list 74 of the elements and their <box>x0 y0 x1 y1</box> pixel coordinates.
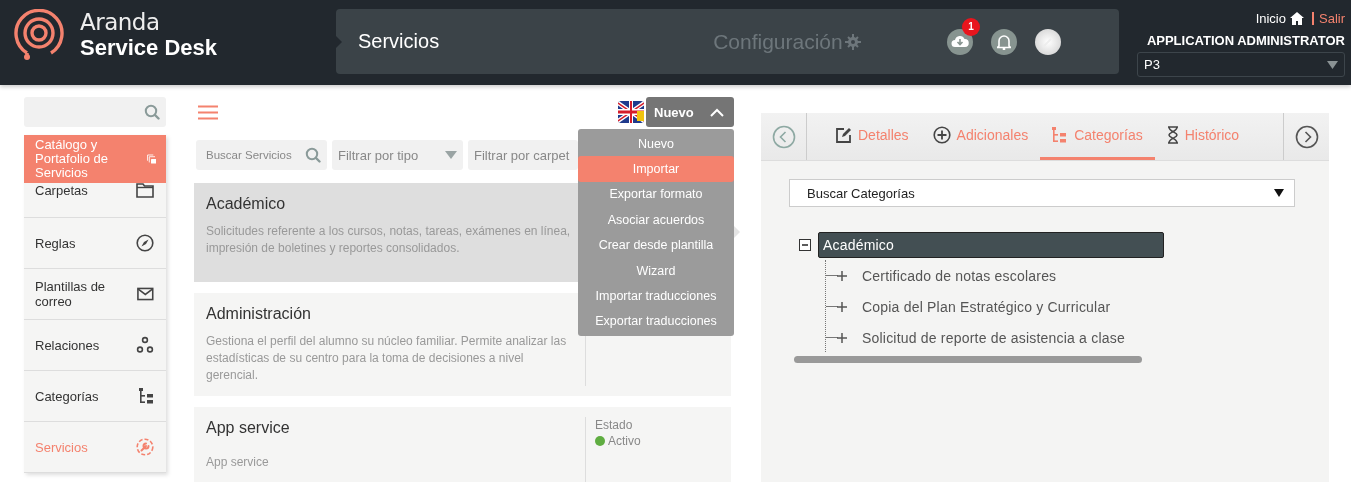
flag-icon[interactable] <box>618 99 644 125</box>
brand-name: Aranda <box>80 11 161 34</box>
tab[interactable]: Detalles <box>823 113 921 160</box>
sidebar-item[interactable]: Categorías <box>24 371 166 422</box>
expand-icon[interactable] <box>836 300 850 313</box>
search-icon <box>144 104 160 120</box>
user-role: APPLICATION ADMINISTRATOR <box>1146 33 1345 48</box>
sidebar-item[interactable]: Plantillas de correo <box>24 269 166 320</box>
nodes-icon <box>136 336 154 354</box>
bell-icon <box>997 33 1011 50</box>
tree-node[interactable]: Solicitud de reporte de asistencia a clase <box>858 325 1129 350</box>
folder-filter[interactable]: Filtrar por carpet <box>468 140 578 170</box>
service-description: App service <box>206 454 270 471</box>
service-description: Gestiona el perfil del alumno su núcleo familiar. Permite analizar las estadísticas de su centro para la toma de decisiones a nivel gerencial. <box>206 333 568 384</box>
expand-icon[interactable] <box>836 269 850 282</box>
new-button[interactable]: Nuevo <box>646 97 734 127</box>
copy-icon <box>146 151 156 167</box>
scrollbar[interactable] <box>794 356 1142 363</box>
sidebar-item[interactable]: Servicios <box>24 422 166 473</box>
envelope-icon <box>137 287 154 301</box>
dropdown-arrow-icon <box>445 151 457 159</box>
service-description: Solicitudes referente a los cursos, notas, tareas, exámenes en línea, impresión de boletines y reportes consolidados. <box>206 223 572 257</box>
service-card[interactable]: App service App service <box>194 407 585 482</box>
sidebar-item[interactable]: Carpetas <box>24 183 166 218</box>
dropdown-arrow-icon <box>1274 189 1284 197</box>
product-name: Service Desk <box>80 37 217 59</box>
folder-icon <box>136 183 154 198</box>
sidebar-section[interactable]: Catálogo y Portafolio de Servicios <box>24 135 166 183</box>
category-search-select[interactable]: Buscar Categorías <box>789 179 1295 207</box>
section-title: Servicios <box>358 30 441 53</box>
tree-node[interactable]: Académico <box>817 231 1164 258</box>
hierarchy-icon <box>138 387 154 405</box>
cloud-download-icon <box>951 35 969 48</box>
tab[interactable]: Histórico <box>1154 113 1252 160</box>
logo-icon <box>14 9 64 61</box>
notifications-button[interactable] <box>991 28 1017 55</box>
home-link[interactable]: Inicio <box>1255 11 1286 26</box>
menu-item[interactable]: Nuevo <box>578 131 734 157</box>
edit-icon <box>835 126 852 144</box>
hourglass-icon <box>1166 126 1179 144</box>
service-title: Administración <box>206 305 312 323</box>
wrench-icon <box>136 438 154 456</box>
wand-button[interactable] <box>1035 28 1061 55</box>
service-title: Académico <box>206 195 287 213</box>
logout-link[interactable]: Salir <box>1312 12 1345 25</box>
project-select[interactable]: P3 <box>1137 52 1345 77</box>
compass-icon <box>136 234 154 252</box>
expand-icon[interactable] <box>836 331 850 344</box>
sidebar-item[interactable]: Reglas <box>24 218 166 269</box>
type-filter[interactable]: Filtrar por tipo <box>332 140 463 170</box>
menu-item[interactable]: Importar <box>578 156 734 182</box>
search-field[interactable]: Buscar Servicios <box>196 140 327 170</box>
notification-badge: 1 <box>962 17 980 36</box>
collapse-icon[interactable] <box>799 238 813 251</box>
hierarchy-icon <box>1052 126 1069 144</box>
search-icon <box>305 147 321 163</box>
service-card[interactable]: Administración Gestiona el perfil del alumno su núcleo familiar. Permite analizar las estadísticas de su centro para la toma de decisiones a nivel gerencial. <box>194 293 585 396</box>
menu-icon[interactable] <box>198 104 218 120</box>
plus-circle-icon <box>932 126 951 144</box>
tree-node[interactable]: Copia del Plan Estratégico y Curricular <box>858 294 1115 319</box>
status-label: Estado <box>595 417 634 433</box>
tab[interactable]: Adicionales <box>920 113 1041 160</box>
gear-icon <box>844 33 861 50</box>
service-title: App service <box>206 419 291 437</box>
search-field[interactable] <box>24 97 166 127</box>
home-icon <box>1290 12 1304 25</box>
tree-node[interactable]: Certificado de notas escolares <box>858 263 1061 288</box>
sidebar-item[interactable]: Relaciones <box>24 320 166 371</box>
tab[interactable]: Categorías <box>1040 113 1155 160</box>
chevron-up-icon <box>710 107 724 117</box>
download-button[interactable] <box>947 28 973 55</box>
status-value: Activo <box>608 434 641 448</box>
next-icon[interactable] <box>1294 124 1319 149</box>
dropdown-arrow-icon <box>1327 60 1338 69</box>
